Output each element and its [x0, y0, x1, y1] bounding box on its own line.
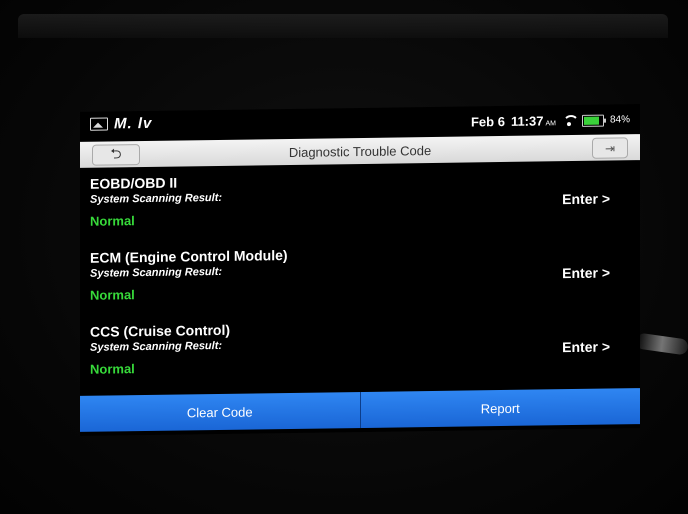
- scan-result-value: Normal: [90, 213, 135, 229]
- battery-icon: [581, 114, 604, 127]
- list-item[interactable]: CCS (Cruise Control) System Scanning Res…: [80, 312, 640, 394]
- system-name: EOBD/OBD II: [90, 174, 178, 192]
- list-item[interactable]: EOBD/OBD II System Scanning Result: Norm…: [80, 164, 640, 246]
- wifi-icon: [562, 113, 576, 127]
- device-screen: M. lv Feb 6 11:37 AM 84% ⮌ Diagnostic Tro…: [80, 104, 640, 436]
- report-button[interactable]: Report: [359, 388, 640, 429]
- battery-fill: [583, 116, 599, 125]
- title-bar: ⮌ Diagnostic Trouble Code ⇥: [80, 134, 640, 168]
- exit-button[interactable]: ⇥: [592, 137, 628, 159]
- system-list: EOBD/OBD II System Scanning Result: Norm…: [80, 164, 640, 402]
- status-time: 11:37: [510, 113, 544, 129]
- enter-button[interactable]: Enter >: [562, 265, 610, 282]
- list-item[interactable]: ECM (Engine Control Module) System Scann…: [80, 238, 640, 320]
- scan-result-value: Normal: [90, 287, 135, 303]
- exit-icon: ⇥: [604, 140, 616, 156]
- system-name: CCS (Cruise Control): [90, 321, 230, 340]
- status-right: Feb 6 11:37 AM 84%: [471, 112, 630, 129]
- clear-code-button[interactable]: Clear Code: [80, 392, 360, 432]
- status-title: M. lv: [114, 114, 153, 133]
- status-time-wrap: 11:37 AM: [510, 113, 556, 129]
- enter-button[interactable]: Enter >: [562, 339, 610, 356]
- enter-button[interactable]: Enter >: [562, 191, 610, 208]
- status-ampm: AM: [545, 120, 556, 128]
- scan-result-label: System Scanning Result:: [90, 339, 223, 354]
- device-bezel: [18, 14, 668, 38]
- status-left: M. lv: [90, 115, 152, 133]
- page-title: Diagnostic Trouble Code: [288, 143, 432, 160]
- battery-percent: 84%: [609, 114, 630, 126]
- footer-bar: Clear Code Report: [80, 388, 640, 432]
- image-icon: [90, 117, 108, 131]
- scan-result-value: Normal: [90, 361, 135, 377]
- system-name: ECM (Engine Control Module): [90, 247, 288, 266]
- status-date: Feb 6: [470, 113, 505, 130]
- scan-result-label: System Scanning Result:: [90, 265, 223, 280]
- scan-result-label: System Scanning Result:: [90, 191, 223, 206]
